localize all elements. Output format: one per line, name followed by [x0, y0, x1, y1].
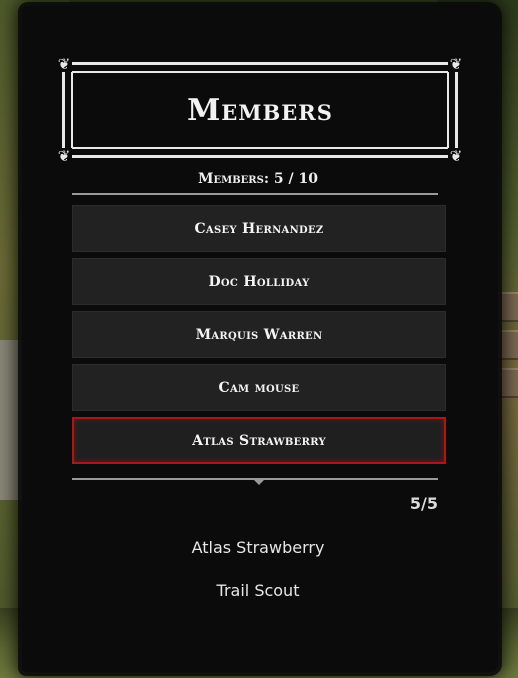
divider-top	[72, 193, 438, 195]
corner-ornament-icon: ❦	[448, 147, 464, 165]
selected-member-role: Trail Scout	[216, 581, 300, 600]
member-name: Cam mouse	[218, 379, 300, 396]
member-row-doc-holliday[interactable]: Doc Holliday	[72, 258, 446, 305]
page-indicator: 5/5	[409, 494, 438, 513]
member-row-atlas-strawberry[interactable]: Atlas Strawberry	[72, 417, 446, 464]
member-name: Atlas Strawberry	[192, 432, 326, 449]
selected-member-name: Atlas Strawberry	[191, 538, 325, 557]
title-frame: ❦ ❦ ❦ ❦ Members	[56, 56, 464, 164]
members-count-label: Members: 5 / 10	[198, 171, 318, 187]
member-name: Marquis Warren	[195, 326, 323, 343]
page-title: Members	[187, 92, 333, 128]
member-name: Doc Holliday	[208, 273, 310, 290]
member-row-marquis-warren[interactable]: Marquis Warren	[72, 311, 446, 358]
divider-notch-icon	[252, 478, 266, 485]
corner-ornament-icon: ❦	[56, 147, 72, 165]
members-list: Casey Hernandez Doc Holliday Marquis War…	[72, 205, 446, 470]
member-row-cam-mouse[interactable]: Cam mouse	[72, 364, 446, 411]
member-name: Casey Hernandez	[194, 220, 324, 237]
corner-ornament-icon: ❦	[56, 55, 72, 73]
member-row-casey-hernandez[interactable]: Casey Hernandez	[72, 205, 446, 252]
corner-ornament-icon: ❦	[448, 55, 464, 73]
